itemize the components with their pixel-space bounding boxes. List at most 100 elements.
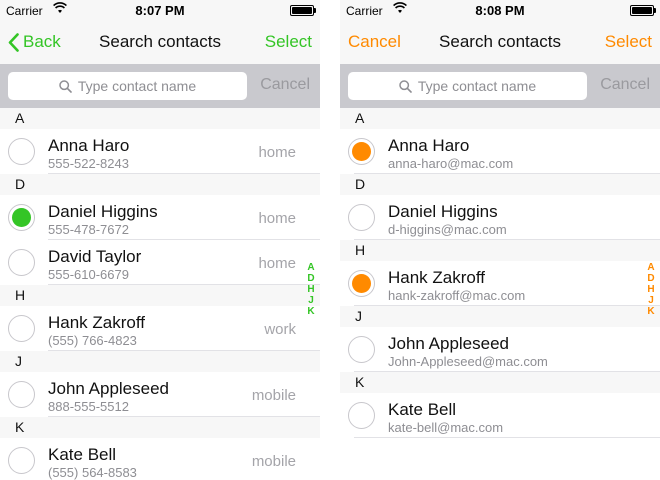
radio-unselected-icon[interactable] — [348, 336, 375, 363]
contact-name: Kate Bell — [48, 445, 117, 464]
battery-icon — [290, 5, 316, 16]
search-placeholder: Type contact name — [77, 78, 197, 94]
radio-unselected-icon[interactable] — [8, 447, 35, 474]
index-letter[interactable]: J — [304, 295, 318, 306]
contact-list: A Anna Haro anna-haro@mac.com D Daniel Higgi… — [340, 108, 660, 438]
contact-label-type: mobile — [251, 453, 296, 470]
index-letter[interactable]: K — [644, 306, 658, 317]
contact-row[interactable]: Anna Haro anna-haro@mac.com — [340, 129, 660, 174]
radio-unselected-icon[interactable] — [8, 315, 35, 342]
row-separator — [354, 305, 660, 306]
search-icon — [399, 79, 412, 93]
section-header: D — [0, 174, 320, 195]
search-bar: Type contact name Cancel — [340, 64, 660, 108]
contact-email: kate-bell@mac.com — [388, 420, 504, 435]
search-placeholder: Type contact name — [417, 78, 537, 94]
contact-phone: (555) 766-4823 — [48, 333, 137, 348]
row-separator — [48, 284, 320, 285]
search-cancel-button[interactable]: Cancel — [260, 76, 310, 94]
status-time: 8:08 PM — [475, 3, 525, 18]
section-index[interactable]: ADHJK — [304, 262, 318, 317]
contact-name: Anna Haro — [48, 136, 130, 155]
contact-row[interactable]: Kate Bell (555) 564-8583 mobile — [0, 438, 320, 480]
row-separator — [48, 350, 320, 351]
contact-label-type: work — [264, 321, 296, 338]
contact-email: John-Appleseed@mac.com — [388, 354, 548, 369]
index-letter[interactable]: D — [304, 273, 318, 284]
index-letter[interactable]: H — [304, 284, 318, 295]
contact-row[interactable]: John Appleseed John-Appleseed@mac.com — [340, 327, 660, 372]
contact-row[interactable]: Daniel Higgins 555-478-7672 home — [0, 195, 320, 240]
contact-row[interactable]: Anna Haro 555-522-8243 home — [0, 129, 320, 174]
row-separator — [48, 173, 320, 174]
contacts-screen-left: Carrier 8:07 PM Back Search contacts Sel… — [0, 0, 320, 480]
radio-selected-icon[interactable] — [348, 138, 375, 165]
radio-unselected-icon[interactable] — [8, 249, 35, 276]
search-icon — [59, 79, 72, 93]
index-letter[interactable]: H — [644, 284, 658, 295]
row-separator — [354, 371, 660, 372]
contact-name: Kate Bell — [388, 400, 457, 419]
contact-name: Daniel Higgins — [48, 202, 158, 221]
contact-row[interactable]: Kate Bell kate-bell@mac.com — [340, 393, 660, 438]
search-input[interactable]: Type contact name — [8, 72, 247, 100]
contact-phone: 555-610-6679 — [48, 267, 129, 282]
contact-email: d-higgins@mac.com — [388, 222, 507, 237]
radio-unselected-icon[interactable] — [348, 204, 375, 231]
selection-dot — [12, 208, 31, 227]
search-bar: Type contact name Cancel — [0, 64, 320, 108]
contact-name: Daniel Higgins — [388, 202, 498, 221]
select-button[interactable]: Select — [605, 32, 652, 52]
index-letter[interactable]: J — [644, 295, 658, 306]
section-header: H — [0, 285, 320, 306]
contact-phone: 555-478-7672 — [48, 222, 129, 237]
contact-row[interactable]: David Taylor 555-610-6679 home — [0, 240, 320, 285]
navigation-bar: Back Search contacts Select — [0, 20, 320, 64]
row-separator — [354, 173, 660, 174]
section-header: K — [0, 417, 320, 438]
section-header: A — [0, 108, 320, 129]
contact-phone: 555-522-8243 — [48, 156, 129, 171]
contact-row[interactable]: Hank Zakroff (555) 766-4823 work — [0, 306, 320, 351]
contact-phone: 888-555-5512 — [48, 399, 129, 414]
contact-list: A Anna Haro 555-522-8243 home D Daniel Higgin… — [0, 108, 320, 480]
index-letter[interactable]: A — [644, 262, 658, 273]
selection-dot — [352, 274, 371, 293]
contact-label-type: home — [258, 144, 296, 161]
section-header: D — [340, 174, 660, 195]
row-separator — [354, 239, 660, 240]
section-index[interactable]: ADHJK — [644, 262, 658, 317]
search-cancel-button[interactable]: Cancel — [600, 76, 650, 94]
contacts-screen-right: Carrier 8:08 PM Cancel Search contacts S… — [340, 0, 660, 480]
row-separator — [48, 416, 320, 417]
row-separator — [354, 437, 660, 438]
selection-dot — [352, 142, 371, 161]
contact-email: anna-haro@mac.com — [388, 156, 514, 171]
radio-selected-icon[interactable] — [348, 270, 375, 297]
battery-icon — [630, 5, 656, 16]
radio-selected-icon[interactable] — [8, 204, 35, 231]
section-header: J — [0, 351, 320, 372]
contact-label-type: home — [258, 210, 296, 227]
contact-row[interactable]: Hank Zakroff hank-zakroff@mac.com — [340, 261, 660, 306]
status-bar: Carrier 8:07 PM — [0, 0, 320, 20]
navigation-bar: Cancel Search contacts Select — [340, 20, 660, 64]
radio-unselected-icon[interactable] — [8, 381, 35, 408]
search-input[interactable]: Type contact name — [348, 72, 587, 100]
contact-row[interactable]: John Appleseed 888-555-5512 mobile — [0, 372, 320, 417]
section-header: A — [340, 108, 660, 129]
radio-unselected-icon[interactable] — [8, 138, 35, 165]
contact-label-type: home — [258, 255, 296, 272]
select-button[interactable]: Select — [265, 32, 312, 52]
index-letter[interactable]: D — [644, 273, 658, 284]
contact-email: hank-zakroff@mac.com — [388, 288, 526, 303]
status-time: 8:07 PM — [135, 3, 185, 18]
index-letter[interactable]: K — [304, 306, 318, 317]
index-letter[interactable]: A — [304, 262, 318, 273]
contact-label-type: mobile — [251, 387, 296, 404]
contact-name: Hank Zakroff — [48, 313, 146, 332]
radio-unselected-icon[interactable] — [348, 402, 375, 429]
contact-name: Hank Zakroff — [388, 268, 486, 287]
section-header: J — [340, 306, 660, 327]
contact-row[interactable]: Daniel Higgins d-higgins@mac.com — [340, 195, 660, 240]
